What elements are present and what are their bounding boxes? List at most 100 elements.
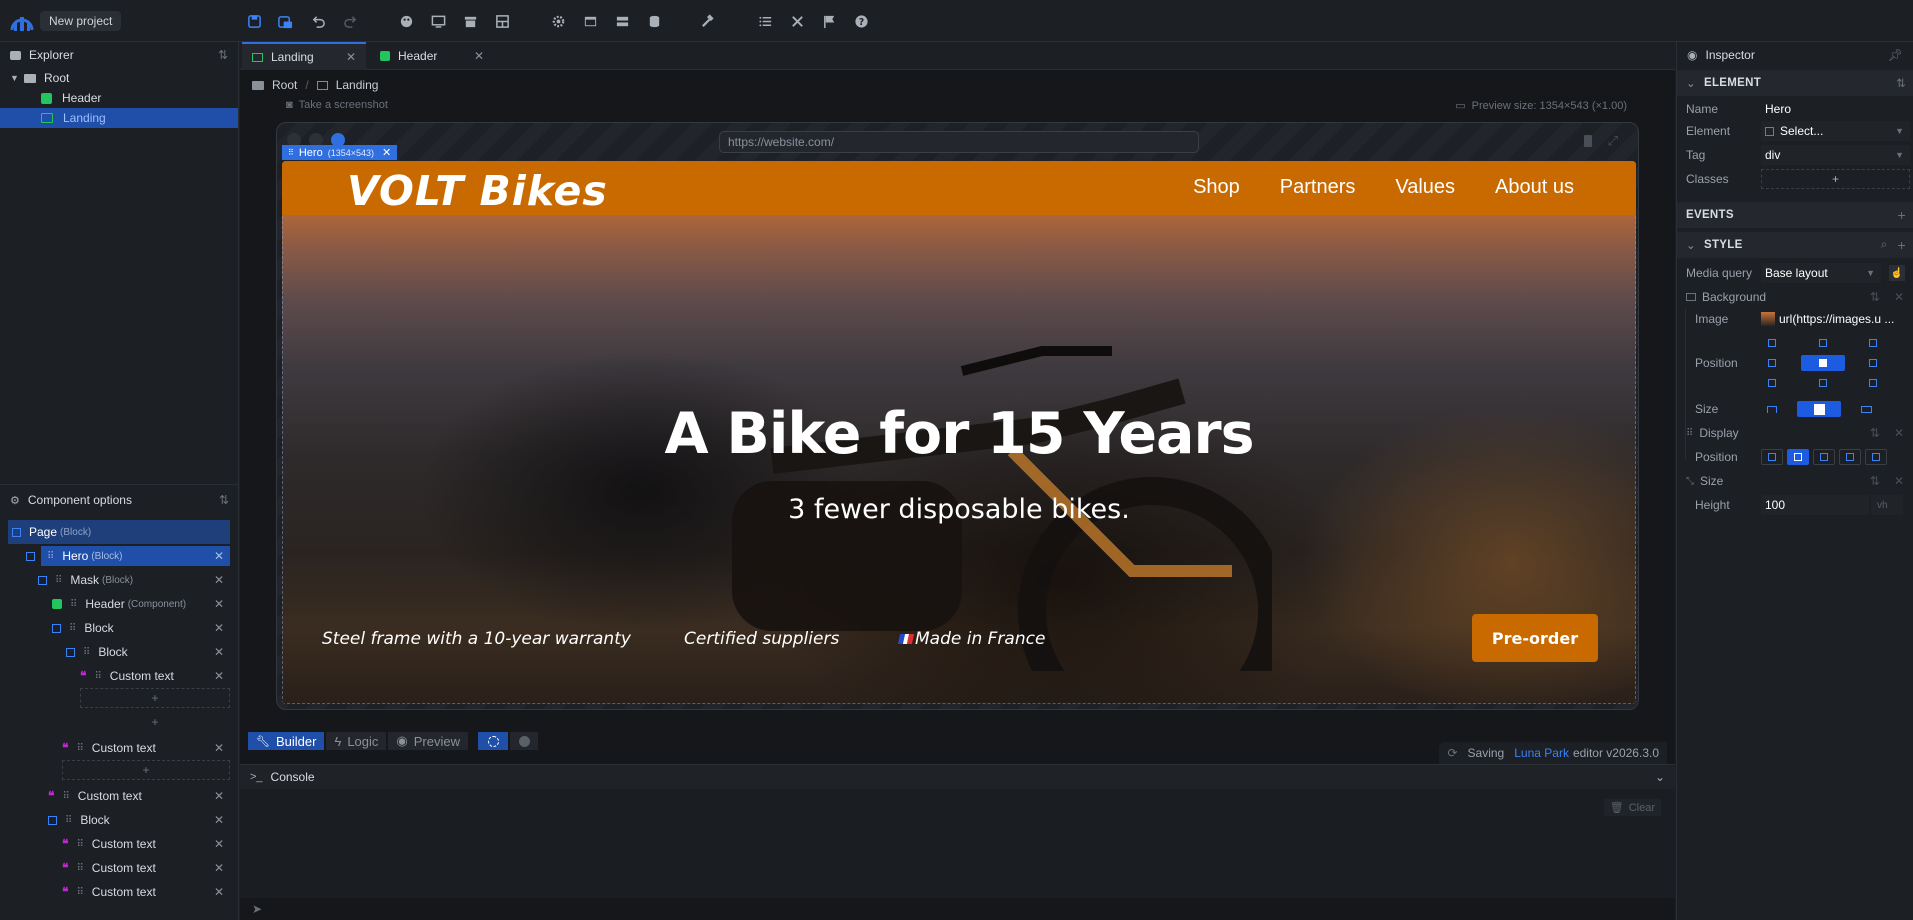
database-icon[interactable] [644, 11, 664, 31]
size-contain-icon[interactable] [1855, 401, 1877, 417]
option-item-block[interactable]: ⠿ Block ✕ [52, 616, 230, 640]
height-input[interactable]: 100 [1761, 495, 1869, 515]
align-right-icon[interactable] [1862, 355, 1884, 371]
tab-landing[interactable]: Landing ✕ [242, 42, 366, 70]
option-item-hero[interactable]: ⠿ Hero (Block) ✕ [24, 544, 230, 568]
size-auto-icon[interactable] [1761, 401, 1783, 417]
hero-section[interactable]: VOLT Bikes Shop Partners Values About us… [282, 161, 1636, 704]
layout-icon[interactable] [492, 11, 512, 31]
collapse-icon[interactable]: ⇅ [218, 48, 228, 62]
tree-item-root[interactable]: ▼ Root [0, 68, 238, 88]
storage-icon[interactable] [612, 11, 632, 31]
image-input[interactable]: url(https://images.u ... [1761, 312, 1910, 326]
option-item-mask[interactable]: ⠿ Mask (Block) ✕ [38, 568, 230, 592]
search-icon[interactable]: ⌕ [1881, 239, 1888, 252]
sort-icon[interactable]: ⇅ [1896, 76, 1906, 90]
close-icon[interactable]: ✕ [346, 50, 356, 64]
sort-icon[interactable]: ⇅ [1870, 426, 1880, 440]
option-item-block[interactable]: ⠿ Block ✕ [66, 640, 230, 664]
drag-handle-icon[interactable]: ⠿ [288, 148, 294, 157]
mobile-icon[interactable] [1584, 135, 1592, 147]
app-logo-icon[interactable] [9, 9, 35, 33]
drag-handle-icon[interactable]: ⠿ [55, 575, 62, 586]
drag-handle-icon[interactable]: ⠿ [76, 863, 83, 874]
close-icon[interactable]: ✕ [214, 837, 224, 851]
pin-icon[interactable]: 📌︎ [1888, 48, 1903, 62]
tree-item-header[interactable]: Header [0, 88, 238, 108]
option-item-custom-text[interactable]: ❝ ⠿ Custom text ✕ [62, 832, 230, 856]
nav-link-about[interactable]: About us [1495, 176, 1574, 199]
breadcrumb-root[interactable]: Root [272, 78, 297, 92]
add-child-button[interactable]: + [80, 712, 230, 732]
project-name-button[interactable]: New project [40, 11, 122, 31]
position-relative-icon[interactable] [1787, 449, 1809, 465]
align-bottom-left-icon[interactable] [1761, 375, 1783, 391]
align-left-icon[interactable] [1761, 355, 1783, 371]
url-bar[interactable]: https://website.com/ [719, 131, 1199, 153]
close-icon[interactable]: ✕ [214, 621, 224, 635]
save-icon[interactable] [244, 11, 264, 31]
drag-handle-icon[interactable]: ⠿ [76, 743, 83, 754]
element-select[interactable]: Select... ▼ [1761, 121, 1910, 141]
site-brand[interactable]: VOLT Bikes [347, 167, 608, 215]
add-icon[interactable]: + [1898, 237, 1906, 253]
console-header[interactable]: >_ Console ⌄ [240, 765, 1675, 789]
position-absolute-icon[interactable] [1813, 449, 1835, 465]
builder-mode-button[interactable]: 🔧︎ Builder [248, 732, 325, 750]
screenshot-button[interactable]: ◙ Take a screenshot [286, 99, 388, 111]
drag-handle-icon[interactable]: ⠿ [83, 647, 90, 658]
chevron-down-icon[interactable]: ⌄ [1655, 770, 1665, 784]
close-icon[interactable]: ✕ [1894, 426, 1904, 440]
desktop-icon[interactable] [428, 11, 448, 31]
chevron-down-icon[interactable]: ⌄ [1686, 76, 1696, 90]
tree-item-landing[interactable]: Landing [0, 108, 238, 128]
undo-icon[interactable] [308, 11, 328, 31]
close-icon[interactable]: ✕ [214, 597, 224, 611]
close-icon[interactable]: ✕ [382, 146, 391, 159]
add-class-button[interactable]: + [1761, 169, 1910, 189]
position-fixed-icon[interactable] [1839, 449, 1861, 465]
events-section-header[interactable]: EVENTS + [1677, 202, 1913, 228]
align-top-right-icon[interactable] [1862, 335, 1884, 351]
name-input[interactable]: Hero [1761, 102, 1913, 116]
preview-mode-button[interactable]: ◉ Preview [388, 732, 468, 750]
close-icon[interactable]: ✕ [214, 861, 224, 875]
close-icon[interactable]: ✕ [214, 669, 224, 683]
add-child-button[interactable]: + [80, 688, 230, 708]
align-bottom-icon[interactable] [1812, 375, 1834, 391]
sort-icon[interactable]: ⇅ [1870, 290, 1880, 304]
expand-icon[interactable]: ⤢ [1608, 133, 1618, 149]
drag-handle-icon[interactable]: ⠿ [62, 791, 69, 802]
close-icon[interactable]: ✕ [214, 549, 224, 563]
option-item-block[interactable]: ⠿ Block ✕ [48, 808, 230, 832]
close-icon[interactable]: ✕ [1894, 290, 1904, 304]
drag-handle-icon[interactable]: ⠿ [70, 599, 77, 610]
chevron-down-icon[interactable]: ⌄ [1686, 238, 1696, 252]
option-item-custom-text[interactable]: ❝ ⠿ Custom text ✕ [62, 856, 230, 880]
style-section-header[interactable]: ⌄ STYLE ⌕ + [1677, 232, 1913, 258]
console-clear-button[interactable]: 🗑︎ Clear [1603, 799, 1661, 816]
sort-icon[interactable]: ⇅ [219, 493, 229, 507]
save-all-icon[interactable] [275, 11, 295, 31]
drag-handle-icon[interactable]: ⠿ [76, 839, 83, 850]
close-icon[interactable]: ✕ [214, 813, 224, 827]
tag-select[interactable]: div ▼ [1761, 145, 1910, 165]
flag-icon[interactable] [819, 11, 839, 31]
toggle-outline-button[interactable] [478, 732, 508, 750]
breadcrumb-current[interactable]: Landing [336, 78, 379, 92]
drag-handle-icon[interactable]: ⠿ [65, 815, 72, 826]
settings-icon[interactable] [548, 11, 568, 31]
close-icon[interactable]: ✕ [214, 645, 224, 659]
add-icon[interactable]: + [1898, 207, 1906, 223]
option-item-custom-text[interactable]: ❝ ⠿ Custom text ✕ [62, 736, 230, 760]
tools-icon[interactable] [787, 11, 807, 31]
align-center-icon[interactable] [1800, 355, 1845, 371]
brand-link[interactable]: Luna Park [1514, 746, 1569, 760]
option-item-page[interactable]: Page (Block) [8, 520, 230, 544]
nav-link-values[interactable]: Values [1395, 176, 1455, 199]
logic-mode-button[interactable]: ϟ Logic [326, 732, 387, 750]
close-icon[interactable]: ✕ [474, 49, 484, 63]
redo-icon[interactable] [340, 11, 360, 31]
position-static-icon[interactable] [1761, 449, 1783, 465]
pointer-icon[interactable]: ☝ [1889, 265, 1905, 281]
